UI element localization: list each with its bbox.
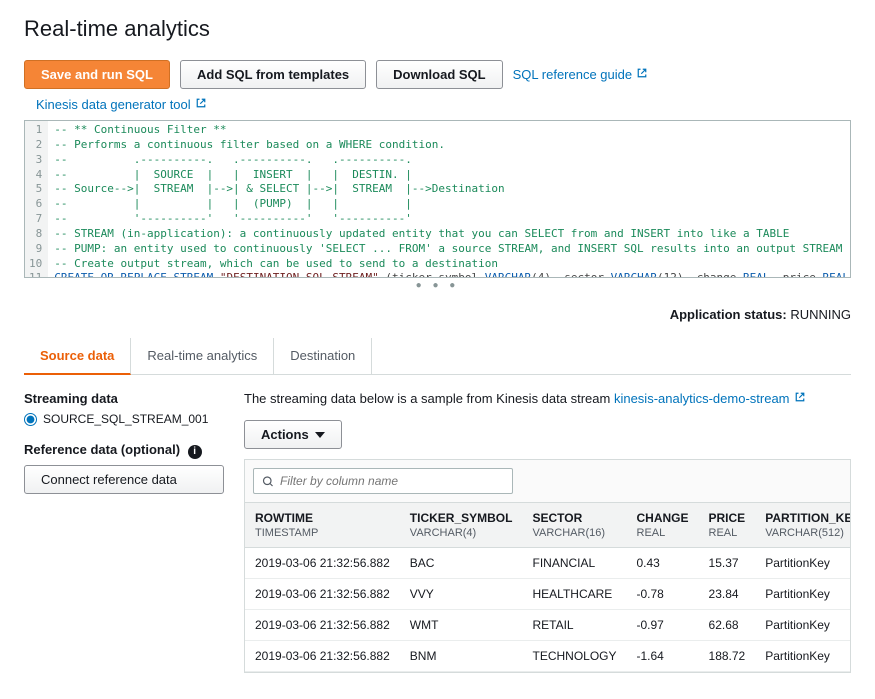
- cell-pkey: PartitionKey: [755, 641, 851, 672]
- streaming-data-label: Streaming data: [24, 391, 224, 406]
- cell-rowtime: 2019-03-06 21:32:56.882: [245, 548, 400, 579]
- col-partition_key[interactable]: PARTITION_KEYVARCHAR(512): [755, 503, 851, 548]
- cell-pkey: PartitionKey: [755, 579, 851, 610]
- source-stream-name: SOURCE_SQL_STREAM_001: [43, 412, 208, 426]
- cell-rowtime: 2019-03-06 21:32:56.882: [245, 579, 400, 610]
- demo-stream-link[interactable]: kinesis-analytics-demo-stream: [614, 391, 806, 406]
- cell-sector: RETAIL: [522, 610, 626, 641]
- cell-rowtime: 2019-03-06 21:32:56.882: [245, 641, 400, 672]
- cell-sector: TECHNOLOGY: [522, 641, 626, 672]
- sql-reference-link[interactable]: SQL reference guide: [513, 67, 648, 82]
- cell-change: -0.97: [627, 610, 699, 641]
- table-row[interactable]: 2019-03-06 21:32:56.882BACFINANCIAL0.431…: [245, 548, 851, 579]
- data-table-wrap: ROWTIMETIMESTAMPTICKER_SYMBOLVARCHAR(4)S…: [244, 459, 851, 673]
- cell-ticker: WMT: [400, 610, 523, 641]
- actions-dropdown[interactable]: Actions: [244, 420, 342, 449]
- stream-description: The streaming data below is a sample fro…: [244, 391, 851, 406]
- code-area[interactable]: -- ** Continuous Filter **-- Performs a …: [48, 121, 850, 277]
- application-status: Application status: RUNNING: [24, 307, 851, 322]
- col-rowtime[interactable]: ROWTIMETIMESTAMP: [245, 503, 400, 548]
- cell-ticker: BNM: [400, 641, 523, 672]
- cell-ticker: VVY: [400, 579, 523, 610]
- status-value: RUNNING: [790, 307, 851, 322]
- data-table: ROWTIMETIMESTAMPTICKER_SYMBOLVARCHAR(4)S…: [245, 503, 851, 672]
- resize-handle-icon[interactable]: ● ● ●: [24, 278, 851, 297]
- source-stream-radio-input[interactable]: [24, 413, 37, 426]
- tab-analytics[interactable]: Real-time analytics: [131, 338, 274, 374]
- cell-price: 62.68: [699, 610, 756, 641]
- external-link-icon: [195, 97, 207, 112]
- actions-label: Actions: [261, 427, 309, 442]
- connect-reference-data-button[interactable]: Connect reference data: [24, 465, 224, 494]
- main-panel: The streaming data below is a sample fro…: [244, 391, 851, 673]
- table-row[interactable]: 2019-03-06 21:32:56.882BNMTECHNOLOGY-1.6…: [245, 641, 851, 672]
- cell-rowtime: 2019-03-06 21:32:56.882: [245, 610, 400, 641]
- cell-price: 15.37: [699, 548, 756, 579]
- cell-ticker: BAC: [400, 548, 523, 579]
- cell-change: 0.43: [627, 548, 699, 579]
- tab-source[interactable]: Source data: [24, 338, 131, 375]
- line-gutter: 12345678910111213: [25, 121, 48, 277]
- caret-down-icon: [315, 432, 325, 438]
- col-change[interactable]: CHANGEREAL: [627, 503, 699, 548]
- download-sql-button[interactable]: Download SQL: [376, 60, 502, 89]
- tab-destination[interactable]: Destination: [274, 338, 372, 374]
- sql-editor[interactable]: 12345678910111213 -- ** Continuous Filte…: [24, 120, 851, 278]
- status-label: Application status:: [670, 307, 787, 322]
- table-row[interactable]: 2019-03-06 21:32:56.882VVYHEALTHCARE-0.7…: [245, 579, 851, 610]
- cell-pkey: PartitionKey: [755, 548, 851, 579]
- sidebar: Streaming data SOURCE_SQL_STREAM_001 Ref…: [24, 391, 224, 673]
- table-row[interactable]: 2019-03-06 21:32:56.882WMTRETAIL-0.9762.…: [245, 610, 851, 641]
- col-price[interactable]: PRICEREAL: [699, 503, 756, 548]
- toolbar: Save and run SQL Add SQL from templates …: [24, 60, 851, 89]
- sql-reference-label: SQL reference guide: [513, 67, 632, 82]
- cell-pkey: PartitionKey: [755, 610, 851, 641]
- col-ticker_symbol[interactable]: TICKER_SYMBOLVARCHAR(4): [400, 503, 523, 548]
- external-link-icon: [636, 67, 648, 82]
- external-link-icon: [794, 391, 806, 406]
- kinesis-generator-label: Kinesis data generator tool: [36, 97, 191, 112]
- cell-price: 188.72: [699, 641, 756, 672]
- tab-bar: Source dataReal-time analyticsDestinatio…: [24, 338, 851, 375]
- col-sector[interactable]: SECTORVARCHAR(16): [522, 503, 626, 548]
- add-sql-templates-button[interactable]: Add SQL from templates: [180, 60, 366, 89]
- page-title: Real-time analytics: [24, 16, 851, 42]
- cell-change: -1.64: [627, 641, 699, 672]
- source-stream-radio[interactable]: SOURCE_SQL_STREAM_001: [24, 412, 224, 426]
- kinesis-generator-link[interactable]: Kinesis data generator tool: [36, 97, 207, 112]
- search-icon: [262, 475, 274, 488]
- cell-change: -0.78: [627, 579, 699, 610]
- save-run-sql-button[interactable]: Save and run SQL: [24, 60, 170, 89]
- cell-sector: HEALTHCARE: [522, 579, 626, 610]
- filter-input[interactable]: [280, 474, 504, 488]
- reference-data-label: Reference data (optional) i: [24, 442, 224, 459]
- cell-price: 23.84: [699, 579, 756, 610]
- cell-sector: FINANCIAL: [522, 548, 626, 579]
- filter-input-wrap[interactable]: [253, 468, 513, 494]
- info-icon[interactable]: i: [188, 445, 202, 459]
